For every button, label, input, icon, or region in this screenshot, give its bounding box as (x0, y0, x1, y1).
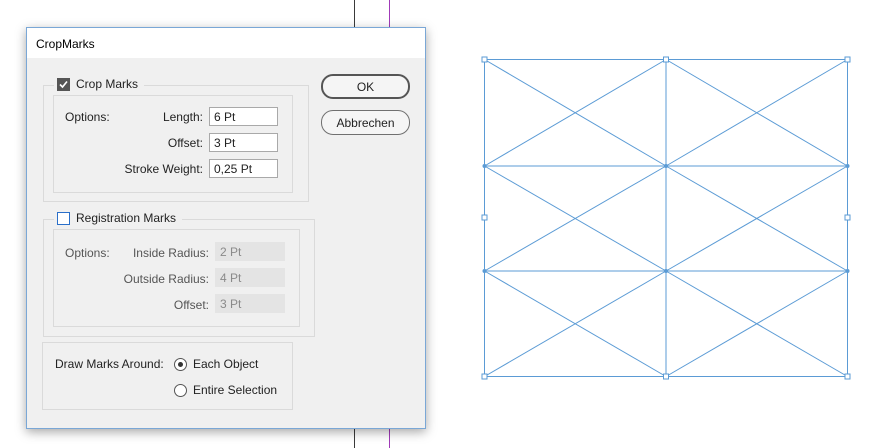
grid-lines (484, 59, 848, 377)
dialog-titlebar[interactable]: CropMarks (27, 28, 425, 58)
crop-marks-toggle[interactable]: Crop Marks (54, 76, 145, 92)
outside-radius-field (215, 268, 285, 287)
inside-radius-label: Inside Radius: (132, 246, 209, 260)
crop-marks-options-panel: Options: Length: Offset: Stroke Weight: (53, 95, 293, 193)
registration-offset-label: Offset: (173, 298, 209, 312)
crop-marks-group: Options: Length: Offset: Stroke Weight: (43, 85, 309, 202)
ok-button[interactable]: OK (321, 74, 410, 99)
selected-object-grid[interactable] (480, 55, 852, 381)
offset-label: Offset: (167, 136, 203, 150)
entire-selection-label[interactable]: Entire Selection (193, 383, 277, 397)
stroke-weight-label: Stroke Weight: (124, 162, 203, 176)
stroke-weight-field[interactable] (209, 159, 278, 178)
draw-marks-group: Draw Marks Around: Each Object Entire Se… (42, 342, 293, 410)
length-field[interactable] (209, 107, 278, 126)
offset-field[interactable] (209, 133, 278, 152)
crop-marks-checkbox[interactable] (57, 77, 70, 91)
dialog-title: CropMarks (36, 37, 95, 51)
cropmarks-dialog: CropMarks Options: Length: Offset: Strok… (26, 27, 426, 429)
crop-marks-label: Crop Marks (76, 77, 139, 91)
registration-options-panel: Options: Inside Radius: Outside Radius: … (53, 229, 300, 327)
registration-offset-field (215, 294, 285, 313)
registration-marks-label: Registration Marks (76, 211, 177, 225)
cancel-button[interactable]: Abbrechen (321, 110, 410, 135)
registration-marks-group: Options: Inside Radius: Outside Radius: … (43, 219, 315, 337)
draw-marks-label: Draw Marks Around: (55, 357, 164, 371)
entire-selection-radio[interactable] (174, 384, 187, 397)
outside-radius-label: Outside Radius: (123, 272, 209, 286)
checkmark-icon (59, 80, 68, 88)
registration-options-label: Options: (65, 246, 110, 260)
length-label: Length: (162, 110, 203, 124)
each-object-label[interactable]: Each Object (193, 357, 258, 371)
inside-radius-field (215, 242, 285, 261)
crop-options-label: Options: (65, 110, 110, 124)
registration-marks-toggle[interactable]: Registration Marks (54, 210, 183, 226)
each-object-radio[interactable] (174, 358, 187, 371)
registration-marks-checkbox[interactable] (57, 211, 70, 225)
